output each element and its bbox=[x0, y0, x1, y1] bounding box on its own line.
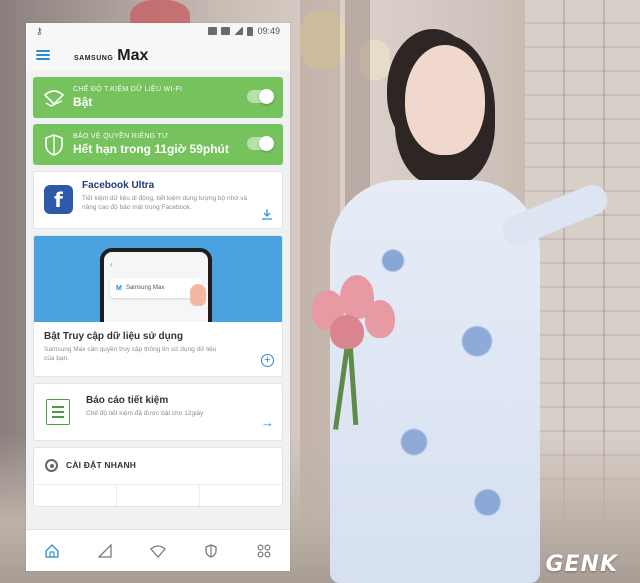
wifi-saving-icon bbox=[43, 87, 65, 109]
app-bar: SAMSUNG Max bbox=[26, 39, 290, 71]
samsung-max-icon: M bbox=[116, 284, 122, 292]
usage-access-description: Samsung Max cần quyền truy cập thông tin… bbox=[44, 346, 217, 362]
usage-access-card[interactable]: ‹ M Samsung Max Bật Truy cập dữ liệu sử … bbox=[33, 235, 283, 377]
facebook-ultra-card[interactable]: f Facebook Ultra Tiết kiệm dữ liệu di độ… bbox=[33, 171, 283, 229]
shield-icon bbox=[43, 133, 65, 156]
phone-screen: ⚷ 09:49 SAMSUNG Max CHẾ ĐỘ T.KIỆM DỮ LIỆ… bbox=[26, 23, 290, 571]
sim-icon bbox=[221, 27, 231, 35]
quick-setting-item[interactable] bbox=[117, 485, 200, 506]
wifi-saving-card[interactable]: CHẾ ĐỘ T.KIỆM DỮ LIỆU WI-FI Bật bbox=[33, 77, 283, 118]
arrow-right-icon[interactable]: → bbox=[261, 415, 274, 430]
signal-icon bbox=[234, 27, 244, 35]
quick-settings-card: CÀI ĐẶT NHANH bbox=[33, 447, 283, 507]
data-icon[interactable] bbox=[97, 543, 113, 559]
quick-setting-item[interactable] bbox=[200, 485, 282, 506]
brand-prefix: SAMSUNG bbox=[74, 55, 114, 62]
facebook-description: Tiết kiệm dữ liệu di động, tiết kiệm dun… bbox=[82, 195, 248, 211]
apps-icon[interactable] bbox=[256, 543, 272, 559]
brand-name: Max bbox=[117, 47, 149, 64]
back-arrow-icon: ‹ bbox=[110, 260, 113, 269]
report-description: Chế độ tiết kiệm đã được bật cho 12giây bbox=[86, 410, 204, 417]
key-icon: ⚷ bbox=[36, 25, 43, 36]
phone-illustration: ‹ M Samsung Max bbox=[100, 248, 212, 322]
home-icon[interactable] bbox=[44, 543, 60, 559]
privacy-card[interactable]: BẢO VỆ QUYỀN RIÊNG TƯ Hết hạn trong 11gi… bbox=[33, 124, 283, 165]
savings-report-card[interactable]: Báo cáo tiết kiệm Chế độ tiết kiệm đã đư… bbox=[33, 383, 283, 441]
status-time: 09:49 bbox=[257, 26, 280, 36]
privacy-toggle[interactable] bbox=[247, 136, 274, 151]
battery-icon bbox=[247, 26, 254, 36]
wifi-icon[interactable] bbox=[150, 543, 166, 559]
usage-access-title: Bật Truy cập dữ liệu sử dụng bbox=[44, 331, 183, 342]
facebook-icon: f bbox=[44, 185, 73, 214]
privacy-label: BẢO VỆ QUYỀN RIÊNG TƯ bbox=[73, 133, 169, 140]
wifi-saving-toggle[interactable] bbox=[247, 89, 274, 104]
banner-app-name: Samsung Max bbox=[125, 285, 165, 291]
shield-icon[interactable] bbox=[203, 543, 219, 559]
app-logo: SAMSUNG Max bbox=[74, 47, 148, 65]
report-title: Báo cáo tiết kiệm bbox=[86, 395, 169, 406]
add-icon[interactable]: + bbox=[261, 354, 274, 367]
privacy-value: Hết hạn trong 11giờ 59phút bbox=[73, 142, 229, 156]
hand-pointer-icon bbox=[190, 284, 206, 306]
status-bar: ⚷ 09:49 bbox=[26, 23, 290, 39]
menu-icon[interactable] bbox=[36, 50, 50, 60]
quick-settings-row bbox=[34, 484, 282, 506]
quick-settings-title: CÀI ĐẶT NHANH bbox=[66, 460, 137, 470]
quick-setting-item[interactable] bbox=[34, 485, 117, 506]
report-icon bbox=[46, 399, 70, 425]
download-icon[interactable] bbox=[261, 208, 273, 220]
gear-icon bbox=[45, 459, 58, 472]
watermark-logo: GENK bbox=[545, 552, 618, 577]
wifi-saving-value: Bật bbox=[73, 95, 93, 109]
nfc-icon bbox=[208, 27, 218, 35]
usage-access-banner: ‹ M Samsung Max bbox=[34, 236, 282, 322]
facebook-title: Facebook Ultra bbox=[82, 180, 155, 191]
bottom-navigation bbox=[26, 529, 290, 571]
wifi-saving-label: CHẾ ĐỘ T.KIỆM DỮ LIỆU WI-FI bbox=[73, 86, 183, 93]
